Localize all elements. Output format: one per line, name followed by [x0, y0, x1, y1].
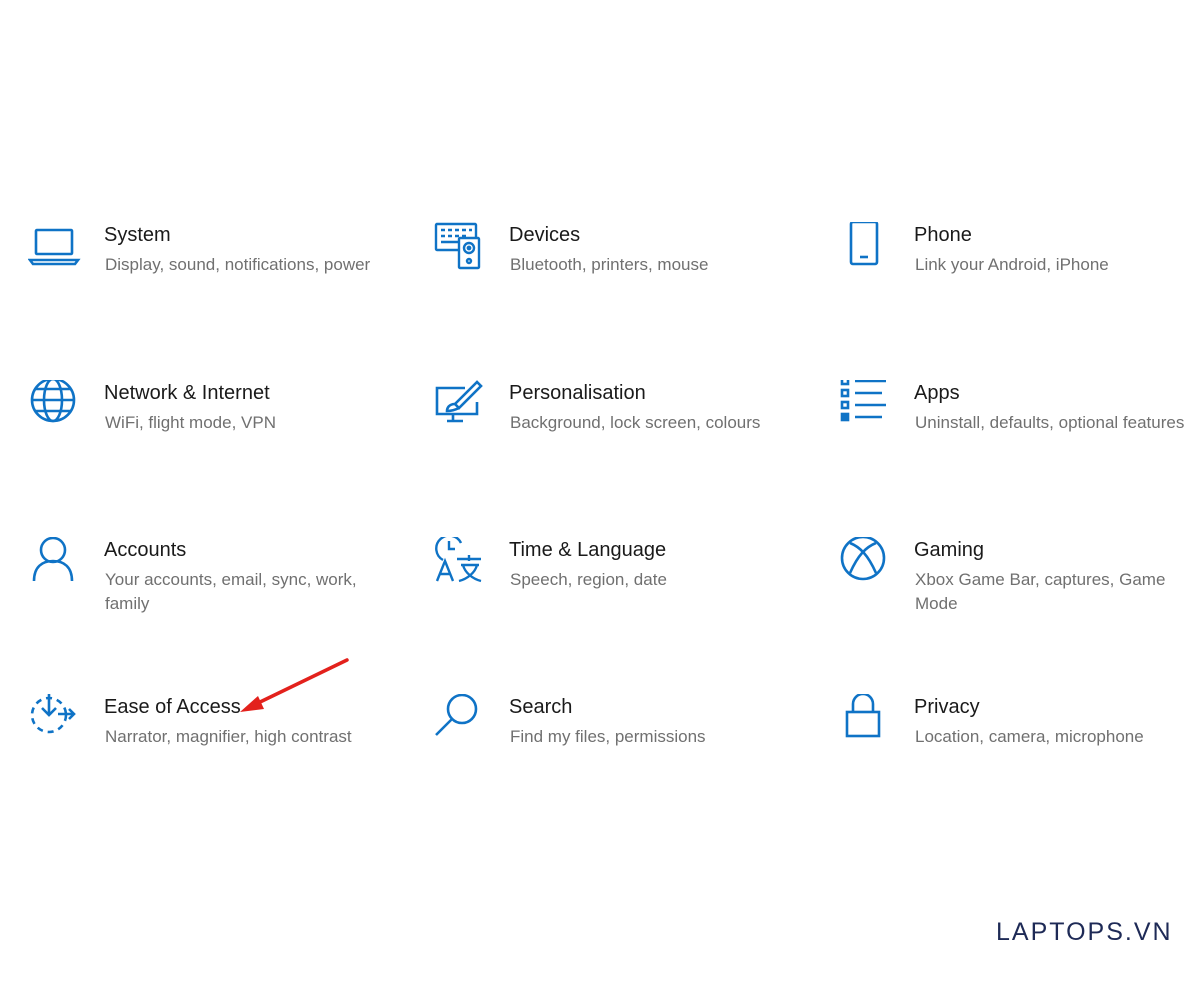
tile-description: Link your Android, iPhone — [915, 255, 1109, 274]
tile-phone[interactable]: Phone Link your Android, iPhone — [838, 222, 1198, 332]
tile-description: Your accounts, email, sync, work, family — [105, 570, 357, 613]
settings-grid: System Display, sound, notifications, po… — [0, 0, 1200, 1000]
tile-title: Time & Language — [509, 539, 667, 561]
tile-description: Narrator, magnifier, high contrast — [105, 727, 352, 746]
padlock-icon — [838, 694, 892, 748]
tile-ease-of-access[interactable]: Ease of Access Narrator, magnifier, high… — [28, 694, 388, 804]
person-icon — [28, 537, 82, 591]
tile-gaming[interactable]: Gaming Xbox Game Bar, captures, Game Mod… — [838, 537, 1198, 647]
apps-list-icon — [838, 380, 892, 434]
tile-privacy[interactable]: Privacy Location, camera, microphone — [838, 694, 1198, 804]
xbox-icon — [838, 537, 892, 591]
tile-description: Xbox Game Bar, captures, Game Mode — [915, 570, 1166, 613]
tile-title: Apps — [914, 382, 960, 404]
laptop-icon — [28, 222, 82, 276]
tile-title: Search — [509, 696, 573, 718]
tile-accounts[interactable]: Accounts Your accounts, email, sync, wor… — [28, 537, 388, 647]
globe-icon — [28, 380, 82, 434]
tile-title: Gaming — [914, 539, 985, 561]
tile-description: Location, camera, microphone — [915, 727, 1144, 746]
tile-description: Background, lock screen, colours — [510, 413, 761, 432]
tile-title: Devices — [509, 224, 581, 246]
tile-description: WiFi, flight mode, VPN — [105, 413, 276, 432]
tile-devices[interactable]: Devices Bluetooth, printers, mouse — [433, 222, 793, 332]
tile-title: System — [104, 224, 171, 246]
time-language-icon — [433, 537, 487, 591]
magnifier-icon — [433, 694, 487, 748]
tile-search[interactable]: Search Find my files, permissions — [433, 694, 793, 804]
tile-title: Phone — [914, 224, 972, 246]
tile-title: Ease of Access — [104, 696, 241, 718]
paint-monitor-icon — [433, 380, 487, 434]
tile-title: Network & Internet — [104, 382, 270, 404]
phone-icon — [838, 222, 892, 276]
tile-description: Display, sound, notifications, power — [105, 255, 371, 274]
tile-title: Personalisation — [509, 382, 646, 404]
tile-network-internet[interactable]: Network & Internet WiFi, flight mode, VP… — [28, 380, 388, 490]
tile-apps[interactable]: Apps Uninstall, defaults, optional featu… — [838, 380, 1198, 490]
tile-description: Uninstall, defaults, optional features — [915, 413, 1185, 432]
tile-description: Find my files, permissions — [510, 727, 706, 746]
keyboard-speaker-icon — [433, 222, 487, 276]
tile-personalisation[interactable]: Personalisation Background, lock screen,… — [433, 380, 793, 490]
tile-title: Privacy — [914, 696, 980, 718]
tile-time-language[interactable]: Time & Language Speech, region, date — [433, 537, 793, 647]
ease-of-access-icon — [28, 694, 82, 748]
tile-title: Accounts — [104, 539, 187, 561]
watermark-logo: LAPTOPS.VN — [996, 918, 1173, 946]
tile-description: Speech, region, date — [510, 570, 667, 589]
tile-description: Bluetooth, printers, mouse — [510, 255, 709, 274]
tile-system[interactable]: System Display, sound, notifications, po… — [28, 222, 388, 332]
